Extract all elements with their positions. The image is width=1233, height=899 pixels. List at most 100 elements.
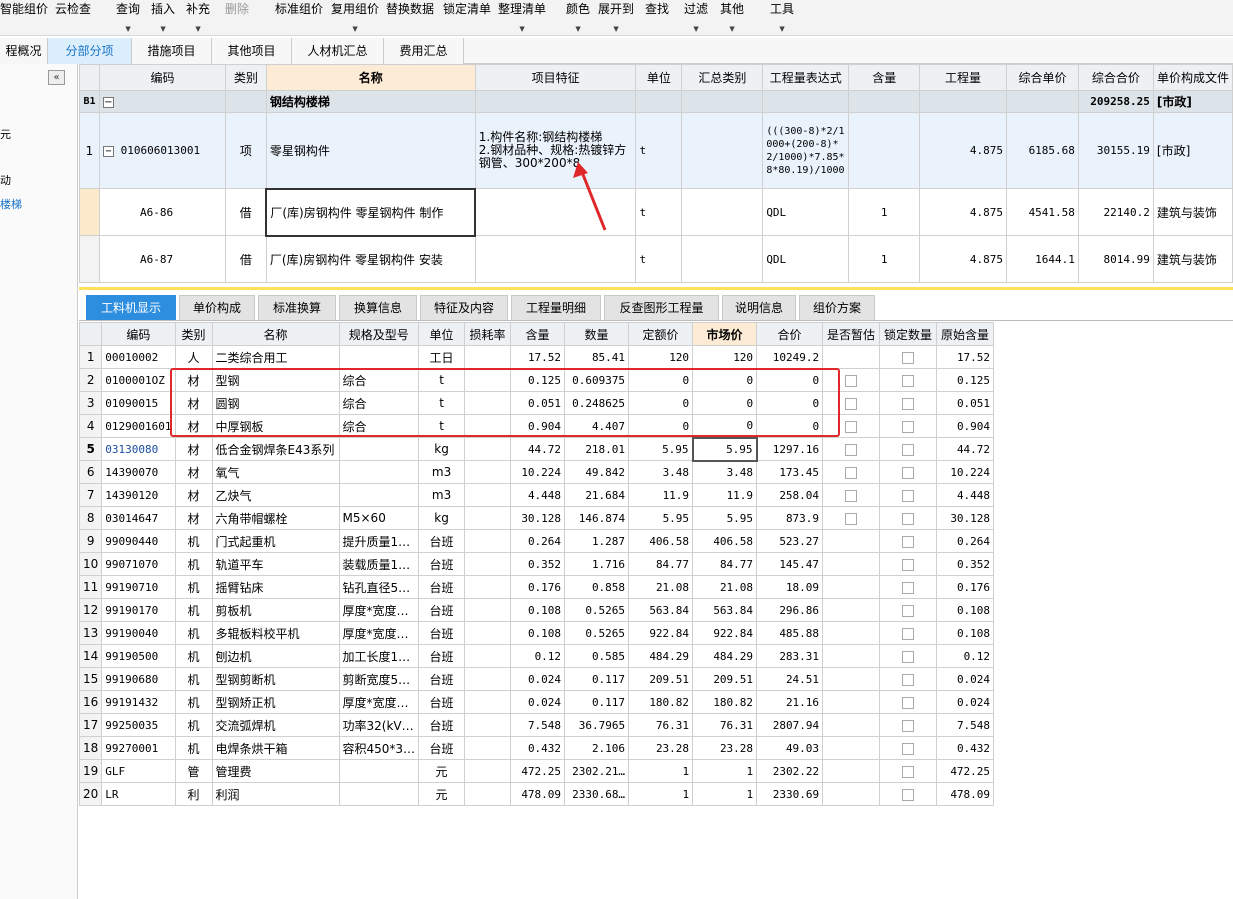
resource-row[interactable]: 1 00010002 人二类综合用工 工日 17.52 85.41 120 120 10249.… (78, 345, 995, 369)
res-spec[interactable]: 功率32(kV… (338, 713, 420, 737)
res-loss-rate[interactable] (464, 759, 512, 783)
res-type[interactable]: 机 (174, 552, 213, 576)
col-header-loss-rate[interactable]: 损耗率 (464, 322, 512, 346)
col-header-quantity[interactable]: 工程量 (919, 64, 1007, 91)
item-expression[interactable]: (((300-8)*2/1000+(200-8)*2/1000)*7.85*8*… (762, 112, 850, 189)
res-provisional[interactable] (822, 529, 881, 553)
sidebar-item-stairs[interactable]: 楼梯 (0, 196, 22, 212)
res-code[interactable]: 0100001OZ (101, 368, 176, 392)
checkbox[interactable] (902, 581, 915, 594)
sub-file[interactable]: 建筑与装饰 (1152, 235, 1233, 283)
resource-row[interactable]: 3 01090015 材圆钢 综合 t 0.051 0.248625 0 0 0 0.051 (78, 391, 995, 415)
res-content[interactable]: 0.024 (510, 690, 566, 714)
res-original-content[interactable]: 0.176 (936, 575, 995, 599)
res-provisional[interactable] (822, 667, 881, 691)
res-amount[interactable]: 0.117 (564, 690, 630, 714)
tab-features-content[interactable]: 特征及内容 (420, 295, 508, 320)
res-type[interactable]: 材 (174, 506, 213, 530)
sub-type[interactable]: 借 (224, 235, 267, 283)
tab-project-overview[interactable]: 程概况 (0, 38, 48, 64)
res-amount[interactable]: 0.5265 (564, 621, 630, 645)
res-code[interactable]: 99270001 (101, 736, 176, 760)
res-name[interactable]: 电焊条烘干箱 (211, 736, 340, 760)
res-spec[interactable]: 钻孔直径5… (338, 575, 420, 599)
res-lock-qty[interactable] (879, 368, 938, 392)
res-content[interactable]: 0.904 (510, 414, 566, 438)
res-content[interactable]: 4.448 (510, 483, 566, 507)
res-loss-rate[interactable] (464, 667, 512, 691)
checkbox[interactable] (902, 443, 915, 456)
toolbar-color-button[interactable]: 颜色 ▼ (566, 0, 590, 33)
res-code[interactable]: 14390070 (101, 460, 176, 484)
resource-row[interactable]: 8 03014647 材六角带帽螺栓 M5×60 kg 30.128 146.874 5.95… (78, 506, 995, 530)
checkbox[interactable] (902, 397, 915, 410)
res-market-price[interactable]: 209.51 (692, 667, 758, 691)
sub-type[interactable]: 借 (224, 188, 267, 236)
res-market-price[interactable]: 1 (692, 782, 758, 806)
section-row[interactable]: B1 − 钢结构楼梯 209258.25 [市政] (79, 90, 1233, 113)
res-loss-rate[interactable] (464, 621, 512, 645)
res-provisional[interactable] (822, 598, 881, 622)
res-base-price[interactable]: 5.95 (628, 437, 694, 461)
res-original-content[interactable]: 17.52 (936, 345, 995, 369)
col-header-price-file[interactable]: 单价构成文件 (1152, 64, 1233, 91)
res-loss-rate[interactable] (464, 460, 512, 484)
res-unit[interactable]: 台班 (418, 644, 466, 668)
sub-code[interactable]: A6-87 (98, 235, 226, 283)
item-type[interactable]: 项 (224, 112, 267, 189)
res-base-price[interactable]: 84.77 (628, 552, 694, 576)
sub-expression[interactable]: QDL (762, 235, 850, 283)
res-base-price[interactable]: 0 (628, 414, 694, 438)
res-name[interactable]: 轨道平车 (211, 552, 340, 576)
res-amount[interactable]: 2302.21… (564, 759, 630, 783)
res-spec[interactable]: 厚度*宽度… (338, 598, 420, 622)
checkbox[interactable] (902, 650, 915, 663)
sub-name[interactable]: 厂(库)房钢构件 零星钢构件 安装 (265, 235, 476, 283)
res-type[interactable]: 利 (174, 782, 213, 806)
res-amount[interactable]: 0.858 (564, 575, 630, 599)
res-unit[interactable]: 台班 (418, 552, 466, 576)
res-total[interactable]: 2330.69 (756, 782, 824, 806)
res-provisional[interactable] (822, 368, 881, 392)
res-total[interactable]: 18.09 (756, 575, 824, 599)
res-base-price[interactable]: 209.51 (628, 667, 694, 691)
res-original-content[interactable]: 0.125 (936, 368, 995, 392)
res-total[interactable]: 873.9 (756, 506, 824, 530)
resource-row[interactable]: 11 99190710 机摇臂钻床 钻孔直径5… 台班 0.176 0.858 21.08 21… (78, 575, 995, 599)
col-header-base-price[interactable]: 定额价 (628, 322, 694, 346)
res-lock-qty[interactable] (879, 460, 938, 484)
res-type[interactable]: 材 (174, 437, 213, 461)
res-unit[interactable]: 台班 (418, 598, 466, 622)
res-content[interactable]: 0.264 (510, 529, 566, 553)
res-loss-rate[interactable] (464, 391, 512, 415)
res-name[interactable]: 摇臂钻床 (211, 575, 340, 599)
res-total[interactable]: 296.86 (756, 598, 824, 622)
res-loss-rate[interactable] (464, 713, 512, 737)
res-provisional[interactable] (822, 713, 881, 737)
res-market-price[interactable]: 11.9 (692, 483, 758, 507)
res-unit[interactable]: kg (418, 437, 466, 461)
res-type[interactable]: 机 (174, 598, 213, 622)
checkbox[interactable] (902, 696, 915, 709)
col-header-name[interactable]: 名称 (265, 64, 476, 91)
res-total[interactable]: 0 (756, 391, 824, 415)
res-amount[interactable]: 1.287 (564, 529, 630, 553)
res-content[interactable]: 0.176 (510, 575, 566, 599)
toolbar-expand-to-button[interactable]: 展开到 ▼ (598, 0, 634, 33)
res-code[interactable]: 99071070 (101, 552, 176, 576)
res-loss-rate[interactable] (464, 782, 512, 806)
res-original-content[interactable]: 0.264 (936, 529, 995, 553)
res-code[interactable]: 99090440 (101, 529, 176, 553)
res-loss-rate[interactable] (464, 483, 512, 507)
res-amount[interactable]: 0.609375 (564, 368, 630, 392)
checkbox[interactable] (902, 512, 915, 525)
item-content[interactable] (848, 112, 921, 189)
col-header-original-content[interactable]: 原始含量 (936, 322, 995, 346)
res-total[interactable]: 258.04 (756, 483, 824, 507)
res-code[interactable]: 99250035 (101, 713, 176, 737)
tab-price-composition[interactable]: 单价构成 (179, 295, 255, 320)
res-type[interactable]: 管 (174, 759, 213, 783)
res-total[interactable]: 283.31 (756, 644, 824, 668)
res-name[interactable]: 型钢矫正机 (211, 690, 340, 714)
res-code[interactable]: 01090015 (101, 391, 176, 415)
